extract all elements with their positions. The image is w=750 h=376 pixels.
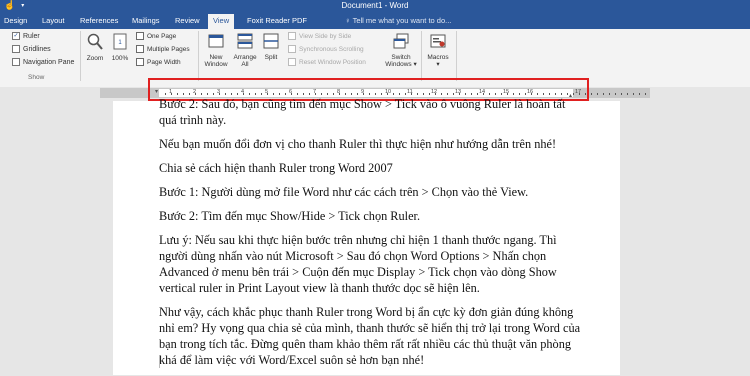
zoom-100-button[interactable]: 1 100% bbox=[109, 33, 131, 62]
group-separator bbox=[80, 31, 81, 81]
gridlines-checkbox[interactable]: Gridlines bbox=[12, 45, 51, 53]
view-side-by-side-label: View Side by Side bbox=[299, 32, 352, 40]
paragraph[interactable]: Lưu ý: Nếu sau khi thực hiện bước trên n… bbox=[159, 232, 584, 296]
ruler-tick bbox=[627, 93, 628, 95]
ruler-tick bbox=[615, 93, 616, 95]
checkbox-checked-icon: ✓ bbox=[12, 32, 20, 40]
macros-label: Macros bbox=[427, 53, 449, 61]
title-bar: ☝ ▾ Document1 - Word bbox=[0, 0, 750, 13]
vertical-scrollbar[interactable] bbox=[736, 101, 750, 375]
checkbox-icon bbox=[12, 45, 20, 53]
ruler-tick bbox=[603, 93, 604, 95]
text-cursor bbox=[159, 355, 160, 368]
arrange-all-button[interactable]: Arrange All bbox=[231, 33, 259, 69]
tab-view[interactable]: View bbox=[208, 14, 235, 29]
group-separator bbox=[456, 31, 457, 81]
paragraph[interactable]: Chia sẻ cách hiện thanh Ruler trong Word… bbox=[159, 160, 584, 176]
paragraph[interactable]: Bước 2: Tìm đến mục Show/Hide > Tick chọ… bbox=[159, 208, 584, 224]
arrange-all-label-line2: All bbox=[241, 61, 249, 68]
page-100-icon: 1 bbox=[113, 33, 127, 50]
paragraph[interactable]: Bước 1: Người dùng mở file Word như các … bbox=[159, 184, 584, 200]
page-width-button[interactable]: Page Width bbox=[136, 58, 181, 66]
reset-window-position-button[interactable]: Reset Window Position bbox=[288, 58, 366, 66]
zoom-100-label: 100% bbox=[111, 54, 129, 62]
reset-window-position-icon bbox=[288, 58, 296, 66]
tab-layout[interactable]: Layout bbox=[42, 16, 65, 25]
multiple-pages-label: Multiple Pages bbox=[147, 45, 190, 53]
new-window-label-line2: Window bbox=[204, 61, 228, 68]
one-page-button[interactable]: One Page bbox=[136, 32, 176, 40]
one-page-label: One Page bbox=[147, 32, 177, 40]
macros-button[interactable]: Macros ▾ bbox=[424, 33, 452, 69]
navigation-pane-checkbox[interactable]: Navigation Pane bbox=[12, 58, 74, 66]
ruler-tick bbox=[639, 93, 640, 95]
gridlines-label: Gridlines bbox=[23, 45, 51, 53]
macros-icon bbox=[430, 34, 446, 48]
magnifier-icon bbox=[87, 33, 103, 50]
view-side-by-side-button[interactable]: View Side by Side bbox=[288, 32, 351, 40]
new-window-icon bbox=[208, 34, 224, 48]
tab-references[interactable]: References bbox=[80, 16, 118, 25]
one-page-icon bbox=[136, 32, 144, 40]
macros-dropdown-icon: ▾ bbox=[436, 61, 440, 68]
split-icon bbox=[263, 33, 279, 49]
synchronous-scrolling-button[interactable]: Synchronous Scrolling bbox=[288, 45, 364, 53]
checkbox-icon bbox=[12, 58, 20, 66]
tab-design[interactable]: Design bbox=[4, 16, 27, 25]
ruler-tick bbox=[645, 93, 646, 95]
switch-windows-button[interactable]: Switch Windows ▾ bbox=[385, 33, 417, 69]
group-separator bbox=[198, 31, 199, 81]
tell-me-box[interactable]: ♀ Tell me what you want to do... bbox=[345, 16, 451, 25]
paragraph[interactable]: Nếu bạn muốn đổi đơn vị cho thanh Ruler … bbox=[159, 136, 584, 152]
ruler-tick bbox=[609, 93, 610, 95]
reset-window-position-label: Reset Window Position bbox=[299, 58, 366, 66]
tab-review[interactable]: Review bbox=[175, 16, 200, 25]
group-label-show: Show bbox=[28, 74, 45, 81]
ribbon-tabs: Design Layout References Mailings Review… bbox=[0, 13, 750, 29]
document-page[interactable]: Bước 2: Sau đó, bạn cũng tìm đến mục Sho… bbox=[113, 97, 620, 376]
zoom-button[interactable]: Zoom bbox=[84, 33, 106, 62]
tab-mailings[interactable]: Mailings bbox=[132, 16, 160, 25]
page-width-label: Page Width bbox=[147, 58, 181, 66]
document-body[interactable]: Bước 2: Sau đó, bạn cũng tìm đến mục Sho… bbox=[159, 97, 584, 376]
new-window-button[interactable]: New Window bbox=[202, 33, 230, 69]
tell-me-placeholder: Tell me what you want to do... bbox=[352, 16, 452, 25]
ruler-tick bbox=[591, 93, 592, 95]
switch-windows-label-line2: Windows ▾ bbox=[385, 61, 417, 68]
navigation-pane-label: Navigation Pane bbox=[23, 58, 75, 66]
window-title: Document1 - Word bbox=[341, 1, 409, 10]
switch-windows-label-line1: Switch bbox=[391, 53, 411, 61]
page-width-icon bbox=[136, 58, 144, 66]
ruler-label: Ruler bbox=[23, 32, 40, 40]
group-separator bbox=[421, 31, 422, 81]
new-window-label-line1: New bbox=[209, 53, 223, 61]
synchronous-scrolling-label: Synchronous Scrolling bbox=[299, 45, 364, 53]
zoom-label: Zoom bbox=[86, 54, 104, 62]
ruler-checkbox[interactable]: ✓ Ruler bbox=[12, 32, 40, 40]
ruler-tick bbox=[621, 93, 622, 95]
side-by-side-icon bbox=[288, 32, 296, 40]
split-label: Split bbox=[264, 53, 278, 61]
multiple-pages-icon bbox=[136, 45, 144, 53]
switch-windows-icon bbox=[393, 33, 409, 49]
tab-foxit-reader-pdf[interactable]: Foxit Reader PDF bbox=[247, 16, 307, 25]
arrange-all-icon bbox=[237, 33, 253, 49]
arrange-all-label-line1: Arrange bbox=[233, 53, 257, 61]
ruler-tick bbox=[633, 93, 634, 95]
split-button[interactable]: Split bbox=[260, 33, 282, 61]
ruler-tick bbox=[597, 93, 598, 95]
paragraph[interactable]: Bước 2: Sau đó, bạn cũng tìm đến mục Sho… bbox=[159, 96, 584, 128]
lightbulb-icon: ♀ bbox=[345, 16, 351, 25]
synchronous-scrolling-icon bbox=[288, 45, 296, 53]
multiple-pages-button[interactable]: Multiple Pages bbox=[136, 45, 190, 53]
paragraph[interactable]: Như vậy, cách khắc phục thanh Ruler tron… bbox=[159, 304, 584, 368]
